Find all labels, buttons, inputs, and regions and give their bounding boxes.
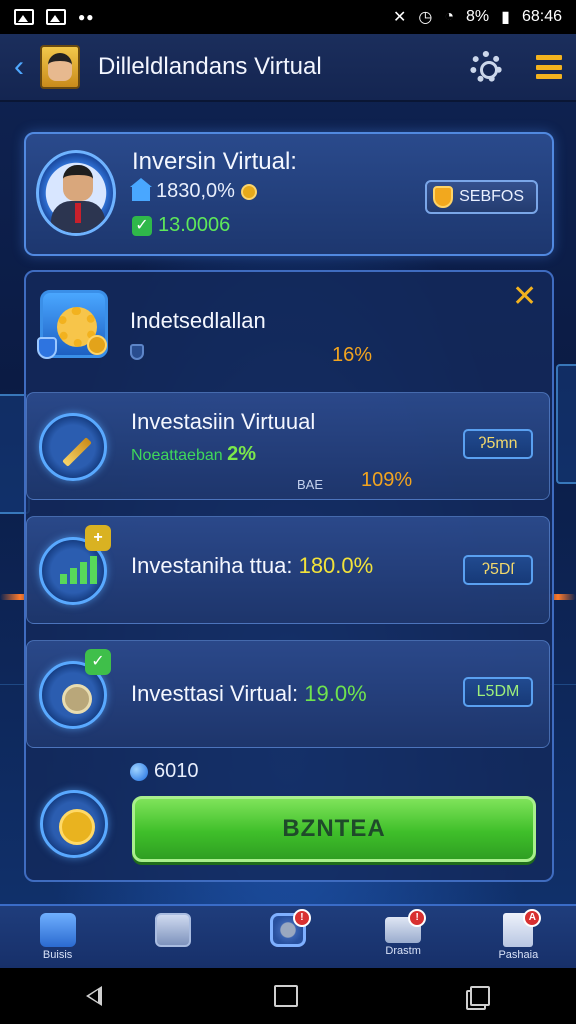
investment-row[interactable]: Indetsedlallan 16%	[26, 272, 550, 376]
nav-item-buisis[interactable]: Buisis	[13, 907, 103, 967]
investment-row-title: Investaniha ttua: 180.0%	[131, 553, 373, 579]
investment-value-button[interactable]: ʔ5Dſ	[463, 555, 533, 585]
nav-item-drastm[interactable]: ! Drastm	[358, 907, 448, 967]
gear-icon[interactable]	[470, 51, 502, 83]
avatar-face	[48, 53, 72, 81]
nav-label: Buisis	[42, 948, 73, 961]
stat-primary-value: 1830,0%	[156, 180, 235, 202]
battery-icon: ▮	[501, 9, 510, 26]
coin-icon	[87, 335, 107, 355]
key-coin-icon[interactable]	[40, 790, 108, 858]
chevron-left-icon[interactable]: ‹	[14, 52, 30, 82]
stat-secondary-value: 13.0006	[158, 214, 231, 236]
investment-title: Investaniha ttua:	[131, 553, 293, 578]
person-icon	[39, 912, 76, 947]
investment-subtitle-text: Noeattaeban	[131, 447, 223, 464]
system-nav-bar	[0, 968, 576, 1024]
plus-badge: +	[85, 525, 111, 551]
wifi-icon: ◔	[444, 8, 455, 25]
investment-subtitle: Noeattaeban 2%	[131, 443, 256, 466]
stat-primary: 1830,0%	[130, 177, 257, 203]
more-notifications-icon: ●●	[78, 10, 95, 24]
alarm-icon: ◷	[418, 9, 433, 26]
investment-percent: 19.0%	[304, 681, 367, 706]
profile-name: Inversin Virtual:	[132, 148, 297, 175]
avatar	[36, 150, 116, 236]
gallery-icon	[14, 9, 34, 25]
notification-badge: !	[408, 909, 427, 927]
primary-action-button[interactable]: BZNTEA	[132, 796, 536, 862]
check-icon: ✓	[132, 215, 152, 236]
investment-title: Investasiin Virtuual	[131, 409, 316, 434]
balance: 6010	[130, 760, 199, 783]
photo-icon	[154, 912, 191, 947]
investment-title: Indetsedlallan	[130, 308, 266, 333]
nav-item-target[interactable]: !	[243, 907, 333, 967]
menu-icon[interactable]	[536, 55, 562, 79]
close-icon[interactable]: ✕	[512, 282, 537, 312]
status-bar: ●● ✕ ◷ ◔ 8% ▮ 68:46	[0, 0, 576, 34]
settings-gear-icon	[37, 290, 108, 359]
investment-percent: 109%	[361, 469, 413, 491]
home-icon	[130, 177, 152, 201]
page-title: Dilleldlandans Virtual	[98, 53, 322, 80]
investment-subtitle-value: 2%	[227, 443, 256, 465]
stat-secondary: ✓ 13.0006	[132, 214, 230, 237]
nav-item-pashaia[interactable]: A Pashaia	[473, 907, 563, 967]
balance-value: 6010	[154, 760, 199, 782]
decor-panel-right	[556, 364, 576, 484]
nav-item-photo[interactable]	[128, 907, 218, 967]
profile-badge-button[interactable]: SEBFOS	[425, 180, 538, 214]
investment-percent: 16%	[332, 344, 373, 366]
home-button-icon[interactable]	[274, 985, 298, 1007]
check-badge: ✓	[85, 649, 111, 675]
investment-row-title: Investtasi Virtual: 19.0%	[131, 681, 367, 707]
investment-value-button[interactable]: ʔ5mn	[463, 429, 533, 459]
image-icon	[46, 9, 66, 25]
investment-title: Investtasi Virtual:	[131, 681, 299, 706]
bottom-nav: Buisis ! ! Drastm A Pashaia	[0, 904, 576, 968]
gem-icon	[130, 762, 148, 781]
investment-row[interactable]: Investasiin Virtuual Noeattaeban 2% BAE …	[26, 392, 550, 500]
notification-badge: A	[523, 909, 542, 927]
investment-row[interactable]: + Investaniha ttua: 180.0% ʔ5Dſ	[26, 516, 550, 624]
investment-row[interactable]: ✓ Investtasi Virtual: 19.0% L5DM	[26, 640, 550, 748]
app-header: ‹ Dilleldlandans Virtual	[0, 34, 576, 102]
sword-icon	[39, 413, 107, 481]
nav-label: Drastm	[385, 944, 421, 957]
coin-icon	[240, 183, 257, 200]
profile-card[interactable]: Inversin Virtual: 1830,0% ✓ 13.0006 SEBF…	[24, 132, 554, 256]
clock-time: 68:46	[521, 8, 562, 25]
back-icon[interactable]	[86, 986, 102, 1006]
mute-icon: ✕	[392, 9, 407, 26]
investment-value-button[interactable]: L5DM	[463, 677, 533, 707]
header-avatar[interactable]	[40, 45, 80, 89]
investment-percent: 180.0%	[298, 553, 374, 578]
recents-icon[interactable]	[470, 986, 490, 1006]
battery-percent: 8%	[466, 8, 490, 25]
nav-label: Pashaia	[498, 948, 539, 961]
shield-icon	[37, 337, 57, 359]
profile-badge-label: SEBFOS	[459, 188, 524, 205]
shield-icon	[433, 186, 454, 208]
shield-icon	[130, 344, 144, 360]
notification-badge: !	[292, 909, 311, 927]
investment-label: BAE	[297, 477, 324, 492]
